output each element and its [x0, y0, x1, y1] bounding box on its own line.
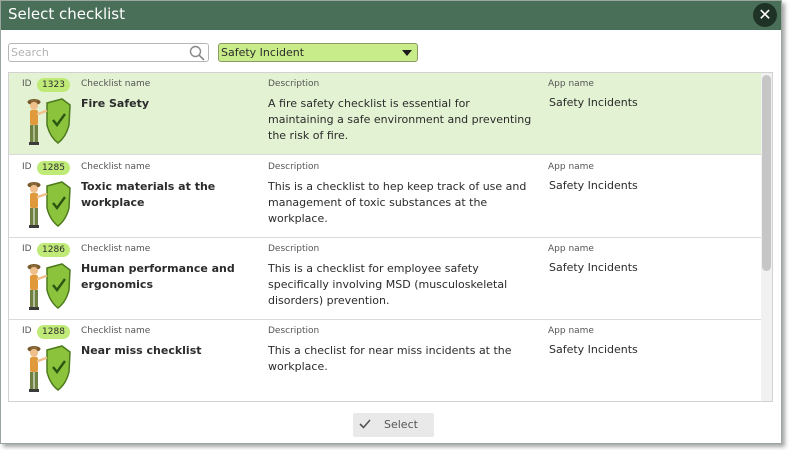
search-input[interactable] — [11, 45, 187, 60]
safety-worker-shield-icon — [24, 260, 72, 314]
description-label: Description — [268, 244, 320, 254]
app-name-label: App name — [548, 79, 594, 89]
safety-worker-shield-icon — [24, 178, 72, 232]
id-badge: 1285 — [37, 161, 70, 175]
list-item[interactable]: ID 1323 Checklist name Description App name F… — [9, 73, 763, 155]
description-label: Description — [268, 326, 320, 336]
checklist-description: This is a checklist to hep keep track of… — [268, 180, 527, 225]
close-button[interactable]: ✕ — [753, 3, 777, 27]
id-label: ID — [22, 162, 32, 172]
dropdown-selected-value: Safety Incident — [221, 46, 305, 59]
list-scrollbar[interactable] — [761, 73, 772, 401]
search-box[interactable] — [8, 43, 209, 62]
id-badge: 1323 — [37, 78, 70, 92]
app-name-label: App name — [548, 326, 594, 336]
scrollbar-thumb[interactable] — [762, 75, 771, 271]
description-label: Description — [268, 162, 320, 172]
app-name: Safety Incidents — [549, 343, 638, 356]
id-label: ID — [22, 326, 32, 336]
checklist-name-label: Checklist name — [81, 326, 151, 336]
app-name: Safety Incidents — [549, 261, 638, 274]
list-item[interactable]: ID 1288 Checklist name Description App name N… — [9, 320, 763, 401]
safety-worker-shield-icon — [24, 342, 72, 396]
id-badge: 1288 — [37, 325, 70, 339]
checklist-name: Near miss checklist — [81, 344, 202, 357]
id-label: ID — [22, 79, 32, 89]
checklist-description: This a checlist for near miss incidents … — [268, 344, 512, 373]
safety-worker-shield-icon — [24, 95, 72, 149]
checklist-type-dropdown[interactable]: Safety Incident — [218, 43, 418, 62]
list-item[interactable]: ID 1286 Checklist name Description App name H… — [9, 238, 763, 320]
list-item[interactable]: ID 1285 Checklist name Description App name T… — [9, 156, 763, 238]
checklist-name-label: Checklist name — [81, 244, 151, 254]
select-checklist-dialog: Select checklist ✕ Safety Incident ID 132… — [0, 0, 782, 444]
checklist-name-label: Checklist name — [81, 79, 151, 89]
search-icon[interactable] — [189, 45, 205, 61]
checklist-name-label: Checklist name — [81, 162, 151, 172]
app-name-label: App name — [548, 162, 594, 172]
check-icon — [359, 419, 371, 429]
close-icon: ✕ — [758, 5, 772, 24]
chevron-down-icon[interactable] — [402, 50, 412, 56]
id-label: ID — [22, 244, 32, 254]
app-name: Safety Incidents — [549, 179, 638, 192]
checklist-list[interactable]: ID 1323 Checklist name Description App name F… — [8, 72, 773, 402]
app-name: Safety Incidents — [549, 96, 638, 109]
select-button-label: Select — [384, 418, 418, 431]
id-badge: 1286 — [37, 243, 70, 257]
checklist-name: Toxic materials at the workplace — [81, 180, 216, 209]
checklist-name: Human performance and ergonomics — [81, 262, 235, 291]
dialog-titlebar: Select checklist ✕ — [1, 1, 781, 30]
checklist-description: This is a checklist for employee safety … — [268, 262, 508, 307]
checklist-description: A fire safety checklist is essential for… — [268, 97, 532, 142]
select-button[interactable]: Select — [353, 413, 434, 437]
dialog-title: Select checklist — [8, 5, 125, 23]
description-label: Description — [268, 79, 320, 89]
checklist-name: Fire Safety — [81, 97, 150, 110]
app-name-label: App name — [548, 244, 594, 254]
